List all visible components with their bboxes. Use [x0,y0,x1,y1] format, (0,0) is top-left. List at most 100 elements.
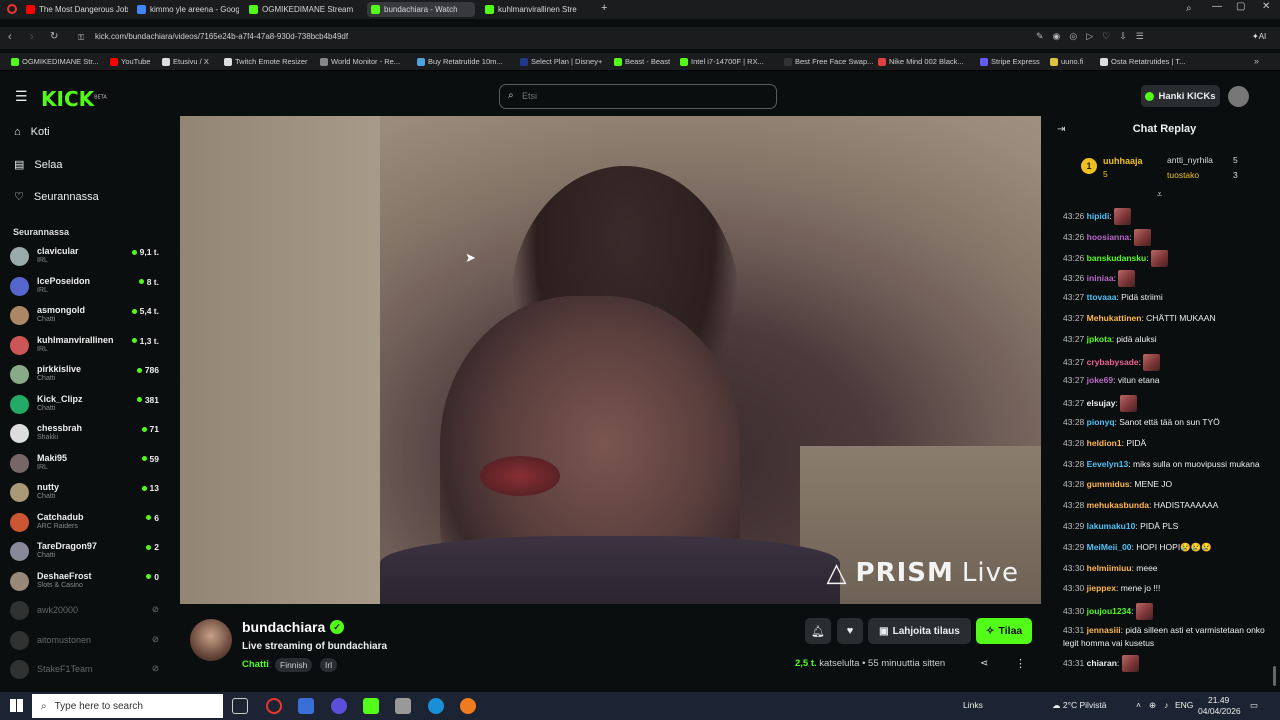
forward-icon[interactable]: › [30,31,34,43]
nav-home[interactable]: ⌂ Koti [14,126,50,138]
bookmark-item[interactable]: Buy Retatrutide 10m... [417,57,503,66]
toolbar-icons[interactable]: ✎◉◎▷♡⇩☰ [1036,31,1153,42]
close-window-button[interactable]: ✕ [1262,1,1270,12]
taskbar-search[interactable]: ⌕ Type here to search [32,694,223,718]
more-bookmarks-icon[interactable]: » [1254,56,1259,66]
message-user[interactable]: jennasiii [1087,625,1121,635]
browser-tab[interactable]: The Most Dangerous Job i [22,2,128,17]
message-user[interactable]: jieppex [1087,583,1116,593]
get-kicks-button[interactable]: Hanki KICKs [1141,85,1220,107]
channel-avatar[interactable] [190,619,232,661]
message-user[interactable]: hoosianna [1087,232,1130,242]
new-tab-button[interactable]: + [601,2,607,14]
following-channel[interactable]: pirkkislive Chatti 786 [10,362,162,388]
bookmark-item[interactable]: Stripe Express [980,57,1040,66]
following-channel[interactable]: aitomustonen ⊘ [10,628,162,654]
message-user[interactable]: ttovaaa [1087,292,1117,302]
clock-time[interactable]: 21.49 [1208,695,1229,705]
leaderboard-toggle-icon[interactable]: ⩡ [1157,189,1162,200]
tag-irl[interactable]: Irl [320,658,338,672]
message-user[interactable]: jpkota [1087,334,1112,344]
maximize-button[interactable]: ▢ [1236,1,1245,12]
more-options-icon[interactable]: ⋮ [1015,657,1026,670]
follow-heart-button[interactable]: ♥ [837,618,863,644]
reload-icon[interactable]: ↻ [50,31,58,42]
search-bar[interactable]: ⌕ [499,84,777,109]
following-channel[interactable]: kuhlmanvirallinen IRL 1,3 t. [10,333,162,359]
following-channel[interactable]: nutty Chatti 13 [10,480,162,506]
notification-icon[interactable]: ▭ [1250,700,1258,711]
bookmark-item[interactable]: Select Plan | Disney+ [520,57,602,66]
gift-sub-button[interactable]: ▣ Lahjoita tilaus [868,618,971,644]
bookmark-item[interactable]: Nike Mind 002 Black... [878,57,964,66]
bookmark-item[interactable]: Beast - Beast [614,57,670,66]
browser-tab[interactable]: kuhlmanvirallinen Stre [481,2,593,17]
message-user[interactable]: Mehukattinen [1087,313,1142,323]
bookmark-item[interactable]: World Monitor - Re... [320,57,400,66]
nav-browse[interactable]: ▤ Selaa [14,158,63,172]
nav-following[interactable]: ♡ Seurannassa [14,190,99,204]
back-icon[interactable]: ‹ [8,31,12,43]
message-user[interactable]: chiaran [1087,658,1117,668]
video-player[interactable]: △ PRISM Live ➤ [180,116,1041,604]
message-user[interactable]: crybabysade [1087,356,1139,366]
links-toolbar[interactable]: Links [963,700,983,710]
windows-start-icon[interactable] [10,699,23,712]
bookmark-item[interactable]: Osta Retatrutides | T... [1100,57,1185,66]
kick-taskbar-icon[interactable] [363,698,379,714]
following-channel[interactable]: awk20000 ⊘ [10,598,162,624]
hamburger-menu-icon[interactable]: ☰ [15,88,28,105]
following-channel[interactable]: TareDragon97 Chatti 2 [10,539,162,565]
following-channel[interactable]: clavicular IRL 9,1 t. [10,244,162,270]
chat-scrollbar[interactable] [1273,666,1276,686]
message-user[interactable]: Eevelyn13 [1087,459,1129,469]
tray-icons[interactable]: ˄⊕♪ [1136,700,1176,711]
following-channel[interactable]: asmongold Chatti 5,4 t. [10,303,162,329]
bookmark-item[interactable]: uuno.fi [1050,57,1084,66]
weather-widget[interactable]: ☁ 2°C Pilvistä [1052,700,1106,711]
bookmark-item[interactable]: OGMIKEDIMANE Str... [11,57,99,66]
following-channel[interactable]: DeshaeFrost Slots & Casino 0 [10,569,162,595]
message-user[interactable]: ininiaa [1087,273,1114,283]
following-channel[interactable]: Catchadub ARC Raiders 6 [10,510,162,536]
user-avatar[interactable] [1228,86,1249,107]
edge-taskbar-icon[interactable] [428,698,444,714]
bookmark-item[interactable]: Twitch Emote Resizer [224,57,308,66]
bookmark-item[interactable]: Intel i7-14700F | RX... [680,57,764,66]
app-taskbar-icon[interactable] [395,698,411,714]
following-channel[interactable]: chessbrah Shakki 71 [10,421,162,447]
share-icon[interactable]: ⋖ [980,658,988,669]
app-taskbar-icon[interactable] [298,698,314,714]
opera-taskbar-icon[interactable] [266,698,282,714]
message-user[interactable]: joujou1234 [1087,606,1131,616]
app-taskbar-icon[interactable] [331,698,347,714]
message-user[interactable]: gummidus [1087,479,1130,489]
tag-finnish[interactable]: Finnish [275,658,313,672]
bookmark-item[interactable]: Etusivu / X [162,57,209,66]
message-user[interactable]: lakumaku10 [1087,521,1136,531]
subscribe-button[interactable]: ✧ Tilaa [976,618,1032,644]
notification-bell-button[interactable]: 🔔︎ [805,618,831,644]
message-user[interactable]: heldion1 [1087,438,1122,448]
bookmark-item[interactable]: Best Free Face Swap... [784,57,873,66]
search-tabs-icon[interactable]: ⌕ [1186,3,1192,14]
following-channel[interactable]: IcePoseidon IRL 8 t. [10,274,162,300]
message-user[interactable]: mehukasbunda [1087,500,1149,510]
message-user[interactable]: joke69 [1087,375,1113,385]
task-view-icon[interactable] [232,698,248,714]
following-channel[interactable]: Kick_Clipz Chatti 381 [10,392,162,418]
message-user[interactable]: hipidi [1087,211,1110,221]
message-user[interactable]: MeiMeii_00 [1087,542,1132,552]
browser-tab[interactable]: OGMIKEDIMANE Stream [245,2,357,17]
firefox-taskbar-icon[interactable] [460,698,476,714]
clock-date[interactable]: 04/04/2026 [1198,706,1241,716]
language-indicator[interactable]: ENG [1175,700,1193,710]
url-text[interactable]: kick.com/bundachiara/videos/7165e24b-a7f… [95,32,348,41]
browser-tab[interactable]: bundachiara - Watch [367,2,475,17]
browser-tab[interactable]: kimmo yle areena - Googl [133,2,239,17]
following-channel[interactable]: Maki95 IRL 59 [10,451,162,477]
message-user[interactable]: pionyq [1087,417,1115,427]
minimize-button[interactable]: — [1212,1,1222,12]
channel-name[interactable]: bundachiara [242,619,325,635]
following-channel[interactable]: StakeF1Team ⊘ [10,657,162,683]
